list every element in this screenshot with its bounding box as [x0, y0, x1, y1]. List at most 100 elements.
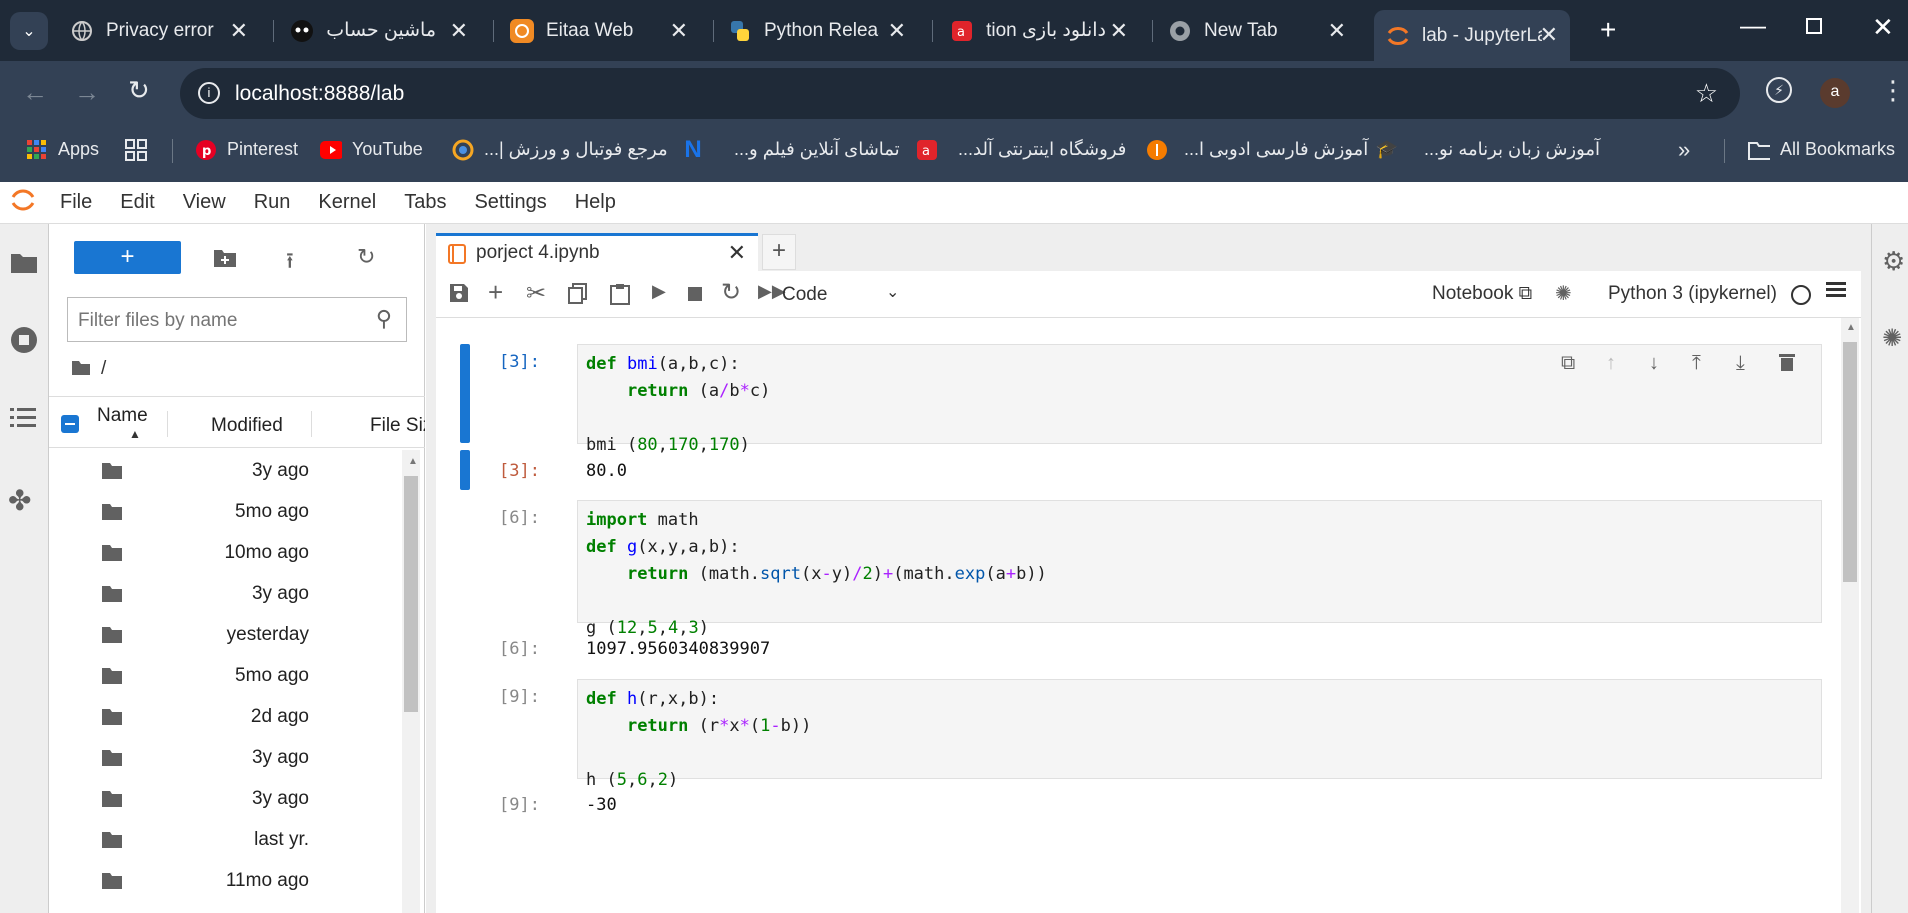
bookmark-tabgrid[interactable]	[125, 127, 157, 172]
filter-files-input[interactable]: Filter files by name ⚲	[67, 297, 407, 342]
bookmark-youtube[interactable]: YouTube	[320, 127, 423, 172]
kernel-name[interactable]: Python 3 (ipykernel)	[1608, 283, 1777, 305]
extension-icon[interactable]: ✤	[8, 484, 31, 517]
file-row[interactable]: 10mo ago	[49, 534, 399, 575]
bookmarks-overflow[interactable]: »	[1678, 127, 1690, 172]
file-row[interactable]: 3y ago	[49, 780, 399, 821]
restart-icon[interactable]: ↻	[721, 278, 741, 307]
code-cell-input[interactable]: import math def g(x,y,a,b): return (math…	[577, 500, 1822, 638]
menu-kernel[interactable]: Kernel	[318, 191, 376, 214]
restore-button[interactable]	[1806, 18, 1822, 34]
star-icon[interactable]: ☆	[1695, 78, 1718, 109]
debugger-icon[interactable]: ✺	[1882, 324, 1902, 353]
run-icon[interactable]: ▶	[652, 281, 666, 302]
file-row[interactable]: 11mo ago	[49, 862, 399, 903]
close-icon[interactable]: ✕	[728, 240, 746, 266]
code-cell-input[interactable]: def h(r,x,b): return (r*x*(1-b)) h (5,6,…	[577, 679, 1822, 790]
notebook-label[interactable]: Notebook ⧉	[1432, 283, 1532, 305]
file-row[interactable]: 3y ago	[49, 739, 399, 780]
new-tab-button[interactable]: +	[1600, 14, 1616, 46]
menu-help[interactable]: Help	[575, 191, 616, 214]
cell-type-select[interactable]: Code ⌄	[782, 280, 902, 310]
upload-icon[interactable]: ⭱	[286, 244, 294, 282]
forward-icon[interactable]: →	[74, 77, 100, 108]
new-launcher-button[interactable]: +	[74, 241, 181, 274]
property-inspector-icon[interactable]: ⚙	[1882, 246, 1905, 277]
tab-notebook[interactable]: porject 4.ipynb ✕	[436, 233, 758, 271]
close-icon[interactable]: ✕	[888, 18, 906, 44]
delete-icon[interactable]	[1779, 352, 1795, 377]
file-row[interactable]: 3y ago	[49, 452, 399, 493]
performance-icon[interactable]: ⚡	[1766, 77, 1792, 103]
paste-icon[interactable]	[610, 283, 630, 310]
move-up-icon[interactable]: ↑	[1606, 352, 1616, 375]
file-row[interactable]: 5mo ago	[49, 657, 399, 698]
bookmark-football[interactable]: مرجع فوتبال و ورزش |...	[452, 127, 668, 172]
save-icon[interactable]	[449, 283, 469, 308]
avatar[interactable]: a	[1820, 78, 1850, 108]
browser-tab[interactable]: Python Releas ✕	[728, 10, 918, 51]
menu-run[interactable]: Run	[254, 191, 291, 214]
menu-kebab-icon[interactable]: ⋮	[1880, 75, 1906, 106]
bookmark-shop[interactable]: a فروشگاه اینترنتی آلد...	[916, 127, 1126, 172]
close-icon[interactable]: ✕	[450, 18, 468, 44]
duplicate-icon[interactable]: ⧉	[1561, 352, 1575, 375]
close-icon[interactable]: ✕	[1540, 22, 1558, 48]
column-size[interactable]: File Siz	[370, 415, 425, 437]
menu-tabs[interactable]: Tabs	[404, 191, 446, 214]
insert-below-icon[interactable]: ⤓	[1736, 352, 1745, 375]
bookmark-programming[interactable]: 🎓 آموزش زبان برنامه نو...	[1376, 127, 1600, 172]
reload-icon[interactable]: ↻	[128, 75, 150, 106]
back-icon[interactable]: ←	[22, 77, 48, 108]
insert-above-icon[interactable]: ⤒	[1692, 352, 1701, 375]
file-row[interactable]: 3y ago	[49, 575, 399, 616]
tab-search-button[interactable]: ⌄	[10, 12, 48, 50]
address-bar[interactable]: i localhost:8888/lab ☆	[180, 68, 1740, 119]
copy-icon[interactable]	[568, 283, 588, 310]
browser-tab[interactable]: Eitaa Web ✕	[510, 10, 700, 51]
bookmark-adobe[interactable]: آموزش فارسی ادوبی ا...	[1146, 127, 1368, 172]
menu-edit[interactable]: Edit	[120, 191, 154, 214]
bookmark-movies[interactable]: N تماشای آنلاین فیلم و...	[682, 127, 899, 172]
select-all-checkbox[interactable]	[61, 415, 79, 433]
stop-icon[interactable]	[688, 287, 702, 301]
toc-icon[interactable]	[10, 406, 36, 433]
running-icon[interactable]	[10, 326, 38, 359]
browser-tab[interactable]: ماشین حساب - ✕	[290, 10, 480, 51]
bookmark-pinterest[interactable]: p Pinterest	[195, 127, 298, 172]
file-list-scrollbar[interactable]: ▲	[402, 450, 420, 913]
refresh-icon[interactable]: ↻	[357, 244, 375, 270]
browser-tab[interactable]: New Tab ✕	[1168, 10, 1358, 51]
column-modified[interactable]: Modified	[211, 415, 283, 437]
file-row[interactable]: 2d ago	[49, 698, 399, 739]
bug-icon[interactable]: ✺	[1555, 281, 1572, 306]
column-name[interactable]: Name	[97, 405, 148, 427]
close-icon[interactable]: ✕	[1328, 18, 1346, 44]
browser-tab[interactable]: a دانلود بازی tion ✕	[950, 10, 1140, 51]
folder-icon[interactable]	[10, 252, 38, 279]
close-icon[interactable]: ✕	[230, 18, 248, 44]
breadcrumb[interactable]: /	[101, 358, 106, 380]
close-icon[interactable]: ✕	[670, 18, 688, 44]
browser-tab[interactable]: Privacy error ✕	[70, 10, 260, 51]
close-window-button[interactable]: ✕	[1872, 12, 1894, 43]
site-info-icon[interactable]: i	[198, 82, 220, 104]
cut-icon[interactable]: ✂	[526, 279, 546, 308]
close-icon[interactable]: ✕	[1110, 18, 1128, 44]
menu-file[interactable]: File	[60, 191, 92, 214]
browser-tab-active[interactable]: lab - JupyterLa ✕	[1374, 10, 1570, 61]
file-row[interactable]: yesterday	[49, 616, 399, 657]
file-row[interactable]: last yr.	[49, 821, 399, 862]
menu-icon[interactable]	[1826, 281, 1846, 304]
file-row[interactable]: 5mo ago	[49, 493, 399, 534]
new-tab-plus-button[interactable]: +	[762, 234, 796, 270]
add-cell-icon[interactable]: +	[488, 277, 503, 308]
move-down-icon[interactable]: ↓	[1649, 352, 1659, 375]
bookmark-apps[interactable]: Apps	[26, 127, 99, 172]
menu-view[interactable]: View	[183, 191, 226, 214]
menu-settings[interactable]: Settings	[474, 191, 546, 214]
bookmark-all[interactable]: All Bookmarks	[1748, 127, 1895, 172]
new-folder-icon[interactable]	[213, 248, 237, 273]
notebook-scrollbar[interactable]: ▲	[1841, 318, 1859, 913]
minimize-button[interactable]: —	[1740, 10, 1766, 41]
